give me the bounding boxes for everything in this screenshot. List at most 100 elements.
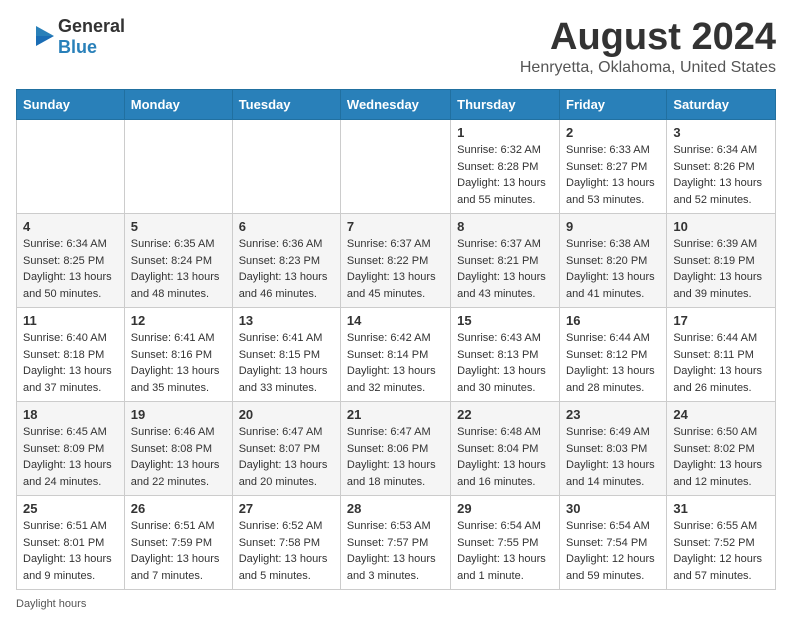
- day-number: 14: [347, 313, 444, 328]
- title-area: August 2024 Henryetta, Oklahoma, United …: [520, 16, 776, 77]
- day-number: 7: [347, 219, 444, 234]
- day-number: 24: [673, 407, 769, 422]
- day-number: 26: [131, 501, 226, 516]
- calendar-cell: 22Sunrise: 6:48 AMSunset: 8:04 PMDayligh…: [451, 402, 560, 496]
- calendar-header-row: SundayMondayTuesdayWednesdayThursdayFrid…: [17, 90, 776, 120]
- calendar-cell: 25 Sunrise: 6:51 AMSunset: 8:01 PMDayligh…: [17, 496, 125, 590]
- logo: General Blue: [16, 16, 125, 58]
- calendar-cell: 14 Sunrise: 6:42 AMSunset: 8:14 PMDayligh…: [340, 308, 450, 402]
- day-number: 5: [131, 219, 226, 234]
- day-number: 11: [23, 313, 118, 328]
- calendar-cell: [340, 120, 450, 214]
- day-number: 3: [673, 125, 769, 140]
- day-number: 30: [566, 501, 660, 516]
- header-day-friday: Friday: [560, 90, 667, 120]
- header-day-monday: Monday: [124, 90, 232, 120]
- calendar-week-row: 1 Sunrise: 6:32 AMSunset: 8:28 PMDaylight…: [17, 120, 776, 214]
- logo-line2: Blue: [58, 37, 97, 58]
- day-info: Sunrise: 6:52 AMSunset: 7:58 PMDaylight:…: [239, 518, 334, 584]
- day-info: Sunrise: 6:37 AMSunset: 8:21 PMDaylight:…: [457, 236, 553, 302]
- day-number: 8: [457, 219, 553, 234]
- day-info: Sunrise: 6:45 AMSunset: 8:09 PMDaylight:…: [23, 424, 118, 490]
- day-info: Sunrise: 6:41 AMSunset: 8:16 PMDaylight:…: [131, 330, 226, 396]
- day-info: Sunrise: 6:34 AMSunset: 8:25 PMDaylight:…: [23, 236, 118, 302]
- day-info: Sunrise: 6:51 AMSunset: 8:01 PMDaylight:…: [23, 518, 118, 584]
- day-number: 6: [239, 219, 334, 234]
- calendar-cell: 1 Sunrise: 6:32 AMSunset: 8:28 PMDaylight…: [451, 120, 560, 214]
- day-info: Sunrise: 6:43 AMSunset: 8:13 PMDaylight:…: [457, 330, 553, 396]
- day-number: 19: [131, 407, 226, 422]
- calendar-cell: [232, 120, 340, 214]
- day-info: Sunrise: 6:50 AMSunset: 8:02 PMDaylight:…: [673, 424, 769, 490]
- day-info: Sunrise: 6:54 AMSunset: 7:54 PMDaylight:…: [566, 518, 660, 584]
- day-number: 1: [457, 125, 553, 140]
- day-number: 12: [131, 313, 226, 328]
- day-number: 22: [457, 407, 553, 422]
- day-number: 13: [239, 313, 334, 328]
- calendar-cell: 24 Sunrise: 6:50 AMSunset: 8:02 PMDayligh…: [667, 402, 776, 496]
- calendar-cell: 13 Sunrise: 6:41 AMSunset: 8:15 PMDayligh…: [232, 308, 340, 402]
- calendar-cell: 26 Sunrise: 6:51 AMSunset: 7:59 PMDayligh…: [124, 496, 232, 590]
- day-number: 27: [239, 501, 334, 516]
- header-day-thursday: Thursday: [451, 90, 560, 120]
- day-number: 15: [457, 313, 553, 328]
- day-number: 16: [566, 313, 660, 328]
- day-info: Sunrise: 6:53 AMSunset: 7:57 PMDaylight:…: [347, 518, 444, 584]
- logo-icon: [16, 22, 54, 52]
- day-info: Sunrise: 6:34 AMSunset: 8:26 PMDaylight:…: [673, 142, 769, 208]
- calendar-week-row: 11 Sunrise: 6:40 AMSunset: 8:18 PMDayligh…: [17, 308, 776, 402]
- day-number: 31: [673, 501, 769, 516]
- calendar-cell: 19 Sunrise: 6:46 AMSunset: 8:08 PMDayligh…: [124, 402, 232, 496]
- calendar-cell: 31Sunrise: 6:55 AMSunset: 7:52 PMDayligh…: [667, 496, 776, 590]
- calendar-cell: 10 Sunrise: 6:39 AMSunset: 8:19 PMDayligh…: [667, 214, 776, 308]
- header-day-wednesday: Wednesday: [340, 90, 450, 120]
- day-info: Sunrise: 6:47 AMSunset: 8:07 PMDaylight:…: [239, 424, 334, 490]
- calendar-cell: [17, 120, 125, 214]
- day-info: Sunrise: 6:39 AMSunset: 8:19 PMDaylight:…: [673, 236, 769, 302]
- day-number: 4: [23, 219, 118, 234]
- day-info: Sunrise: 6:37 AMSunset: 8:22 PMDaylight:…: [347, 236, 444, 302]
- header: General Blue August 2024 Henryetta, Okla…: [16, 16, 776, 77]
- calendar-cell: 6 Sunrise: 6:36 AMSunset: 8:23 PMDaylight…: [232, 214, 340, 308]
- day-number: 17: [673, 313, 769, 328]
- day-info: Sunrise: 6:54 AMSunset: 7:55 PMDaylight:…: [457, 518, 553, 584]
- day-number: 21: [347, 407, 444, 422]
- day-info: Sunrise: 6:32 AMSunset: 8:28 PMDaylight:…: [457, 142, 553, 208]
- calendar-table: SundayMondayTuesdayWednesdayThursdayFrid…: [16, 89, 776, 590]
- main-title: August 2024: [520, 16, 776, 59]
- day-info: Sunrise: 6:40 AMSunset: 8:18 PMDaylight:…: [23, 330, 118, 396]
- day-info: Sunrise: 6:41 AMSunset: 8:15 PMDaylight:…: [239, 330, 334, 396]
- calendar-cell: 29Sunrise: 6:54 AMSunset: 7:55 PMDayligh…: [451, 496, 560, 590]
- calendar-week-row: 18 Sunrise: 6:45 AMSunset: 8:09 PMDayligh…: [17, 402, 776, 496]
- daylight-label: Daylight hours: [16, 598, 86, 610]
- day-info: Sunrise: 6:36 AMSunset: 8:23 PMDaylight:…: [239, 236, 334, 302]
- day-number: 10: [673, 219, 769, 234]
- day-info: Sunrise: 6:47 AMSunset: 8:06 PMDaylight:…: [347, 424, 444, 490]
- calendar-cell: 3 Sunrise: 6:34 AMSunset: 8:26 PMDaylight…: [667, 120, 776, 214]
- day-number: 28: [347, 501, 444, 516]
- calendar-cell: 16 Sunrise: 6:44 AMSunset: 8:12 PMDayligh…: [560, 308, 667, 402]
- day-info: Sunrise: 6:46 AMSunset: 8:08 PMDaylight:…: [131, 424, 226, 490]
- day-info: Sunrise: 6:51 AMSunset: 7:59 PMDaylight:…: [131, 518, 226, 584]
- calendar-cell: 7 Sunrise: 6:37 AMSunset: 8:22 PMDaylight…: [340, 214, 450, 308]
- day-number: 2: [566, 125, 660, 140]
- calendar-week-row: 25 Sunrise: 6:51 AMSunset: 8:01 PMDayligh…: [17, 496, 776, 590]
- day-number: 25: [23, 501, 118, 516]
- calendar-cell: 27 Sunrise: 6:52 AMSunset: 7:58 PMDayligh…: [232, 496, 340, 590]
- header-day-sunday: Sunday: [17, 90, 125, 120]
- day-info: Sunrise: 6:44 AMSunset: 8:12 PMDaylight:…: [566, 330, 660, 396]
- calendar-cell: 4 Sunrise: 6:34 AMSunset: 8:25 PMDaylight…: [17, 214, 125, 308]
- logo-text-block: General Blue: [58, 16, 125, 58]
- calendar-cell: 28 Sunrise: 6:53 AMSunset: 7:57 PMDayligh…: [340, 496, 450, 590]
- day-info: Sunrise: 6:42 AMSunset: 8:14 PMDaylight:…: [347, 330, 444, 396]
- footer: Daylight hours: [16, 598, 776, 610]
- day-info: Sunrise: 6:33 AMSunset: 8:27 PMDaylight:…: [566, 142, 660, 208]
- day-number: 20: [239, 407, 334, 422]
- calendar-cell: 12 Sunrise: 6:41 AMSunset: 8:16 PMDayligh…: [124, 308, 232, 402]
- day-info: Sunrise: 6:44 AMSunset: 8:11 PMDaylight:…: [673, 330, 769, 396]
- day-info: Sunrise: 6:35 AMSunset: 8:24 PMDaylight:…: [131, 236, 226, 302]
- calendar-cell: 15 Sunrise: 6:43 AMSunset: 8:13 PMDayligh…: [451, 308, 560, 402]
- day-number: 9: [566, 219, 660, 234]
- day-number: 18: [23, 407, 118, 422]
- day-number: 23: [566, 407, 660, 422]
